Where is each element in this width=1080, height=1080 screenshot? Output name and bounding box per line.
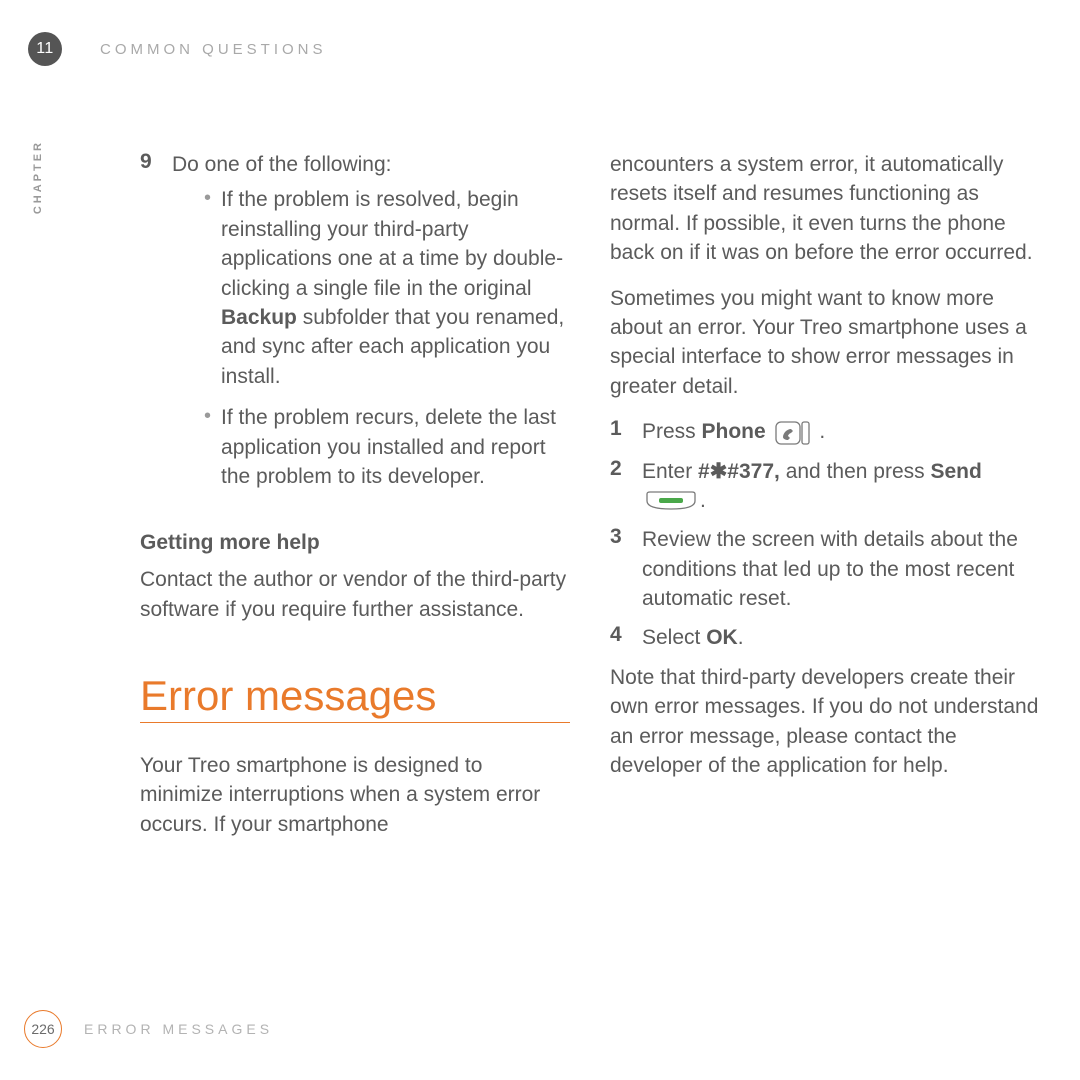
send-key-icon xyxy=(645,491,697,511)
list-item: • If the problem recurs, delete the last… xyxy=(204,403,570,491)
step-number: 3 xyxy=(610,525,628,613)
bullet-text: If the problem recurs, delete the last a… xyxy=(221,403,570,491)
body-paragraph: encounters a system error, it automatica… xyxy=(610,150,1040,268)
step-9: 9 Do one of the following: • If the prob… xyxy=(140,150,570,503)
right-column: encounters a system error, it automatica… xyxy=(610,150,1040,855)
step-number: 9 xyxy=(140,150,158,503)
body-paragraph: Your Treo smartphone is designed to mini… xyxy=(140,751,570,839)
bullet-list: • If the problem is resolved, begin rein… xyxy=(204,185,570,491)
header-section-label: COMMON QUESTIONS xyxy=(100,41,327,58)
bullet-icon: • xyxy=(204,403,211,491)
step-text: Do one of the following: xyxy=(172,150,570,179)
step-number: 2 xyxy=(610,457,628,516)
step-text: Press Phone . xyxy=(642,417,1040,446)
section-divider xyxy=(140,722,570,723)
page-header: 11 COMMON QUESTIONS xyxy=(28,32,327,66)
chapter-number-badge: 11 xyxy=(28,32,62,66)
bullet-text: If the problem is resolved, begin reinst… xyxy=(221,185,570,391)
left-column: 9 Do one of the following: • If the prob… xyxy=(140,150,570,855)
page-footer: 226 ERROR MESSAGES xyxy=(24,1010,273,1048)
list-item: • If the problem is resolved, begin rein… xyxy=(204,185,570,391)
section-heading-error-messages: Error messages xyxy=(140,672,570,720)
body-paragraph: Sometimes you might want to know more ab… xyxy=(610,284,1040,402)
step-number: 1 xyxy=(610,417,628,446)
step-4: 4 Select OK. xyxy=(610,623,1040,652)
body-paragraph: Note that third-party developers create … xyxy=(610,663,1040,781)
phone-key-icon xyxy=(775,421,811,445)
body-paragraph: Contact the author or vendor of the thir… xyxy=(140,565,570,624)
step-text: Select OK. xyxy=(642,623,1040,652)
page-number-badge: 226 xyxy=(24,1010,62,1048)
bullet-icon: • xyxy=(204,185,211,391)
footer-label: ERROR MESSAGES xyxy=(84,1021,273,1037)
step-text: Enter #✱#377, and then press Send . xyxy=(642,457,1040,516)
chapter-vertical-label: CHAPTER xyxy=(32,140,44,214)
step-text: Review the screen with details about the… xyxy=(642,525,1040,613)
step-3: 3 Review the screen with details about t… xyxy=(610,525,1040,613)
step-1: 1 Press Phone . xyxy=(610,417,1040,446)
step-2: 2 Enter #✱#377, and then press Send . xyxy=(610,457,1040,516)
step-number: 4 xyxy=(610,623,628,652)
subheading-getting-help: Getting more help xyxy=(140,531,570,555)
content-area: 9 Do one of the following: • If the prob… xyxy=(140,150,1040,855)
